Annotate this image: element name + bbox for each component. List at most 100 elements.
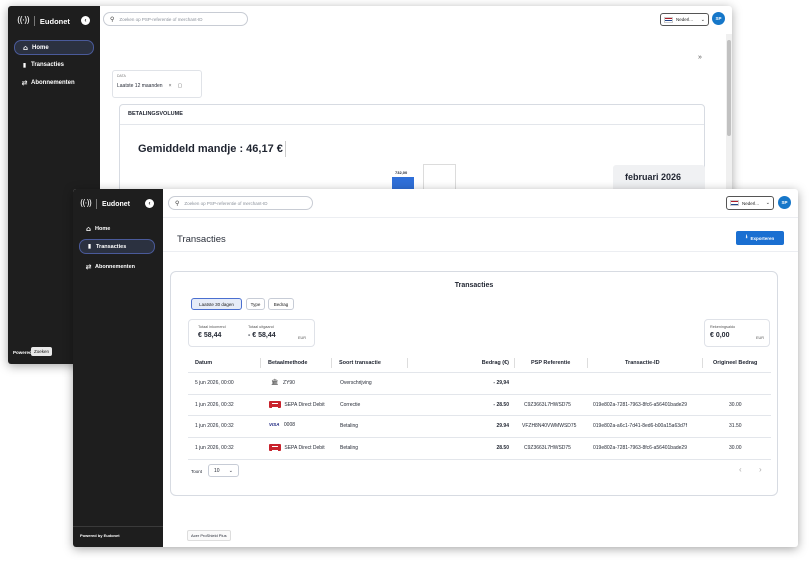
bank-icon: 🏛 [271,379,279,386]
clear-icon[interactable]: × [169,83,172,89]
sidebar-item-transacties[interactable]: ▮ Transacties [79,239,155,254]
collapse-sidebar-button[interactable]: ‹ [81,16,90,25]
front-window: ((·)) Eudonet ‹ ⌂ Home ▮ Transacties ⇄ A… [73,189,798,547]
chevron-down-icon: ⌄ [765,200,770,206]
sidebar-item-abonnementen[interactable]: ⇄ Abonnementen [14,76,94,90]
front-logo: ((·)) Eudonet [80,198,130,210]
bar-chart-icon: ▮ [87,243,92,250]
sidebar-item-label: Transacties [96,243,127,250]
cell-date: 5 jun 2026, 00:00 [195,380,234,386]
outgoing-label: Totaal uitgaand [248,325,274,329]
sidebar-item-label: Home [32,44,49,51]
back-search-input[interactable]: ⚲ Zoeken op PSP-referentie of merchant-I… [103,12,248,26]
powered-by-label: Powered by Eudonet [80,533,120,538]
sidebar-item-label: Transacties [31,62,65,68]
balance-value: € 0,00 [710,332,730,339]
front-search-input[interactable]: ⚲ Zoeken op PSP-referentie of merchant-I… [168,196,313,210]
average-basket: Gemiddeld mandje : 46,17 € [138,143,283,155]
card-title: Transacties [454,282,494,289]
col-header-txid: Transactie-ID [625,360,660,366]
sidebar-item-home[interactable]: ⌂ Home [79,222,155,236]
cell-original: 30.00 [729,445,742,451]
calendar-icon[interactable]: ▢ [178,83,183,89]
cell-psp: C9Z3663L7HWSD75 [524,402,571,408]
filter-type[interactable]: Type [246,298,265,310]
sepa-icon [269,401,281,408]
front-language-select[interactable]: Nederl... ⌄ [726,196,774,210]
back-logo: ((·)) Eudonet [17,15,70,27]
page-size-select[interactable]: 10 ⌄ [208,464,239,477]
cell-date: 1 jun 2026, 00:32 [195,402,234,408]
cell-txid: 019e802a-7281-7963-8fc6-a56401bade29 [593,445,687,451]
cell-amount: - 29,94 [493,380,509,386]
balance-currency: EUR [756,336,765,340]
eudonet-logo-icon: ((·)) [80,199,92,209]
cell-txid: 019e802a-7281-7963-8fc6-a56401bade29 [593,402,687,408]
back-language-select[interactable]: Nederl... ⌄ [660,13,709,26]
cell-original: 31.50 [729,423,742,429]
cell-date: 1 jun 2026, 00:32 [195,445,234,451]
sidebar-item-home[interactable]: ⌂ Home [14,40,94,55]
table-row[interactable]: 5 jun 2026, 00:00 🏛 ZY90 Overschrijving … [188,372,771,394]
sepa-icon [269,444,281,451]
sidebar-item-transacties[interactable]: ▮ Transacties [14,58,94,72]
export-button[interactable]: ⭳ Exporteren [736,231,784,245]
footer-tag: Acer ProShield Plus [187,530,231,541]
filter-amount[interactable]: Bedrag [268,298,294,310]
brand-name: Eudonet [101,200,130,208]
home-icon: ⌂ [85,225,91,233]
date-filter-value: Laatste 12 maanden [117,83,163,89]
collapse-sidebar-button[interactable]: ‹ [145,199,154,208]
incoming-value: € 58,44 [198,332,222,339]
cell-amount: 28.50 [496,445,509,451]
chevron-down-icon: ⌄ [700,16,705,23]
repeat-icon: ⇄ [85,263,92,271]
balance-box: Rekeningsaldo € 0,00 EUR [704,319,770,347]
col-header-type: Soort transactie [339,360,381,366]
cell-amount: 29.94 [496,423,509,429]
balance-label: Rekeningsaldo [710,325,736,329]
home-icon: ⌂ [22,43,28,52]
next-page-icon[interactable]: › [759,465,762,474]
chart-bar-value-label: 732,00 [395,170,408,175]
download-icon: ⭳ [745,234,748,240]
col-header-psp: PSP Referentie [531,360,571,366]
col-header-date: Datum [195,360,213,366]
search-icon: ⚲ [110,15,115,23]
search-icon: ⚲ [175,199,180,207]
cell-method: SEPA Direct Debit [269,444,325,451]
table-row[interactable]: 1 jun 2026, 00:32 SEPA Direct Debit Corr… [188,394,771,415]
back-avatar[interactable]: SP [712,12,725,25]
cell-type: Betaling [340,423,359,429]
visa-icon: VISA [269,422,280,428]
cell-date: 1 jun 2026, 00:32 [195,423,234,429]
table-row[interactable]: 1 jun 2026, 00:32 SEPA Direct Debit Beta… [188,437,771,459]
prev-page-icon[interactable]: ‹ [739,465,742,474]
sidebar-item-abonnementen[interactable]: ⇄ Abonnementen [79,260,155,274]
summary-box: Totaal inkomend € 58,44 Totaal uitgaand … [188,319,315,347]
sidebar-item-label: Abonnementen [95,264,136,270]
brand-name: Eudonet [39,16,70,26]
table-row[interactable]: 1 jun 2026, 00:32 VISA 0008 Betaling 29.… [188,415,771,437]
sidebar-item-label: Home [95,226,111,232]
outgoing-value: - € 58,44 [248,332,276,339]
date-filter-label: DATA [117,74,126,78]
nl-flag-icon [664,16,673,23]
expand-icon[interactable]: » [698,54,702,61]
nl-flag-icon [730,200,739,206]
date-filter[interactable]: DATA Laatste 12 maanden × ▢ [112,70,202,98]
front-sidebar: ((·)) Eudonet ‹ ⌂ Home ▮ Transacties ⇄ A… [73,189,163,547]
cell-original: 30.00 [729,402,742,408]
page-size-label: Toont [191,469,203,474]
cell-method: 🏛 ZY90 [271,379,295,386]
front-avatar[interactable]: SP [778,196,791,209]
bar-chart-icon: ▮ [22,61,27,69]
col-header-original: Origineel Bedrag [713,360,758,366]
page-title: Transacties [177,234,226,245]
cell-psp: C9Z3663L7HWSD75 [524,445,571,451]
cell-txid: 019e802a-a6c1-7d41-8ed6-b00a15a63d7f [593,423,687,429]
cell-method: SEPA Direct Debit [269,401,325,408]
repeat-icon: ⇄ [21,79,28,87]
col-header-amount: Bedrag (€) [481,360,509,366]
filter-last-30-days[interactable]: Laatste 30 dagen [191,298,242,310]
